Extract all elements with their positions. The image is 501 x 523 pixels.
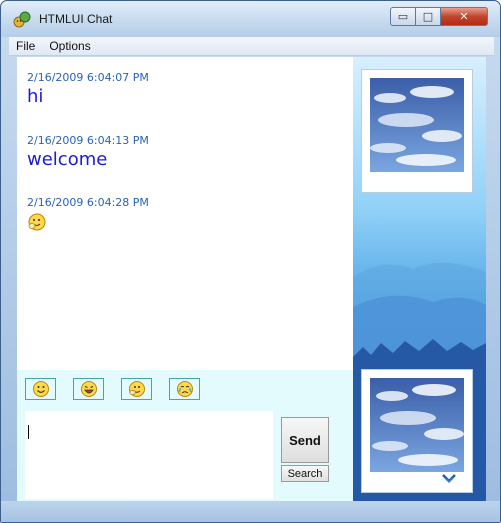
window-frame-bottom [1,501,500,522]
menu-bar: File Options [9,37,494,56]
chat-message: 2/16/2009 6:04:28 PM [27,196,149,236]
window-title: HTMLUI Chat [39,12,113,26]
send-button[interactable]: Send [281,417,329,463]
message-text: hi [27,86,44,107]
message-text: welcome [27,149,108,170]
chevron-down-icon[interactable] [442,473,456,485]
local-avatar[interactable] [361,369,473,493]
minimize-icon: ▭ [397,10,409,23]
menu-options[interactable]: Options [42,39,97,53]
text-caret [28,425,29,439]
emoticon-cry-button[interactable] [169,378,200,400]
app-window: HTMLUI Chat ▭ □ ✕ File Options 2/16/2009… [0,0,501,523]
avatar-sidebar [353,57,486,501]
message-input[interactable] [25,411,273,499]
message-timestamp: 2/16/2009 6:04:28 PM [27,196,149,209]
close-button[interactable]: ✕ [440,7,488,26]
message-timestamp: 2/16/2009 6:04:13 PM [27,134,149,147]
maximize-button[interactable]: □ [415,7,441,26]
maximize-icon: □ [422,10,434,23]
crying-icon [176,381,193,397]
app-icon [13,11,31,28]
search-button[interactable]: Search [281,465,329,482]
close-icon: ✕ [459,10,469,23]
clapping-smiley-icon [28,213,46,231]
emoticon-toolbar [17,370,353,409]
sky-clouds-photo [370,378,464,472]
chat-message: 2/16/2009 6:04:13 PM welcome [27,134,149,170]
menu-file[interactable]: File [9,39,42,53]
composer: Send Search [17,409,353,501]
smile-icon [32,381,49,397]
chat-message: 2/16/2009 6:04:07 PM hi [27,71,149,107]
laughing-icon [80,381,97,397]
title-bar[interactable]: HTMLUI Chat ▭ □ ✕ [1,1,500,37]
emoticon-laugh-button[interactable] [73,378,104,400]
chat-history[interactable]: 2/16/2009 6:04:07 PM hi 2/16/2009 6:04:1… [17,57,353,370]
remote-avatar[interactable] [361,69,473,193]
minimize-button[interactable]: ▭ [390,7,416,26]
clapping-icon [128,381,145,397]
message-timestamp: 2/16/2009 6:04:07 PM [27,71,149,84]
sky-clouds-photo [370,78,464,172]
emoticon-clap-button[interactable] [121,378,152,400]
emoticon-smile-button[interactable] [25,378,56,400]
